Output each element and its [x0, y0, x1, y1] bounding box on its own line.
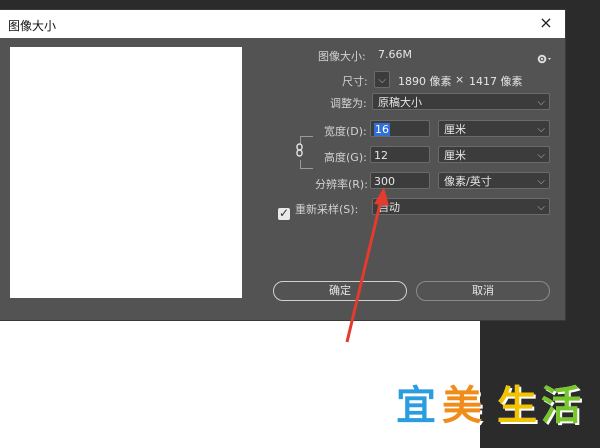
close-icon[interactable]: ×: [537, 14, 555, 32]
image-size-label: 图像大小:: [318, 50, 366, 63]
width-input-value: 16: [374, 123, 390, 136]
image-preview[interactable]: [10, 47, 242, 298]
checkmark-icon: ✓: [279, 206, 290, 220]
height-label: 高度(G):: [324, 151, 367, 164]
fit-to-select[interactable]: 原稿大小 ⌵: [372, 93, 550, 110]
watermark-char-2: 美: [442, 383, 482, 429]
resolution-input-value: 300: [374, 175, 395, 188]
dialog-titlebar: 图像大小 ×: [0, 10, 565, 38]
dimensions-label: 尺寸:: [342, 75, 368, 88]
resample-select[interactable]: 自动 ⌵: [372, 198, 550, 215]
fit-to-value: 原稿大小: [378, 96, 422, 109]
link-icon[interactable]: [294, 143, 306, 157]
resolution-unit-value: 像素/英寸: [444, 175, 492, 188]
resolution-input[interactable]: 300: [370, 172, 430, 189]
resolution-unit-select[interactable]: 像素/英寸 ⌵: [438, 172, 550, 189]
resample-label: 重新采样(S):: [295, 203, 359, 216]
resample-checkbox[interactable]: ✓: [278, 206, 290, 220]
chevron-down-icon: ⌵: [537, 150, 545, 161]
width-unit-select[interactable]: 厘米 ⌵: [438, 120, 550, 137]
width-label: 宽度(D):: [324, 125, 367, 138]
watermark-char-1: 宜: [396, 383, 436, 429]
height-input[interactable]: 12: [370, 146, 430, 163]
image-size-dialog: 图像大小 × 图像大小: 7.66M 尺寸: ⌵ 1890 像素 × 1417 …: [0, 10, 565, 320]
dimensions-width-value: 1890 像素: [398, 75, 452, 88]
height-unit-select[interactable]: 厘米 ⌵: [438, 146, 550, 163]
dimensions-times: ×: [455, 73, 465, 86]
chevron-down-icon: ⌵: [537, 124, 545, 135]
chevron-down-icon: ⌵: [378, 75, 386, 86]
ok-button[interactable]: 确定: [273, 281, 407, 301]
dimensions-unit-toggle[interactable]: ⌵: [374, 71, 390, 88]
watermark-char-3: 生: [497, 383, 537, 429]
cancel-button[interactable]: 取消: [416, 281, 550, 301]
chevron-down-icon: ⌵: [537, 97, 545, 108]
dialog-title: 图像大小: [8, 19, 57, 33]
dimensions-height-value: 1417 像素: [469, 75, 523, 88]
resample-value: 自动: [378, 201, 400, 214]
resolution-label: 分辨率(R):: [315, 178, 368, 191]
chevron-down-icon: ⌵: [537, 176, 545, 187]
link-bracket-bottom: [300, 160, 313, 169]
fit-to-label: 调整为:: [330, 97, 367, 110]
height-input-value: 12: [374, 149, 388, 162]
watermark-char-4: 活: [541, 383, 581, 429]
height-unit-value: 厘米: [444, 149, 466, 162]
width-unit-value: 厘米: [444, 123, 466, 136]
width-input[interactable]: 16: [370, 120, 430, 137]
gear-icon[interactable]: [536, 53, 551, 65]
image-size-value: 7.66M: [378, 48, 412, 61]
chevron-down-icon: ⌵: [537, 202, 545, 213]
